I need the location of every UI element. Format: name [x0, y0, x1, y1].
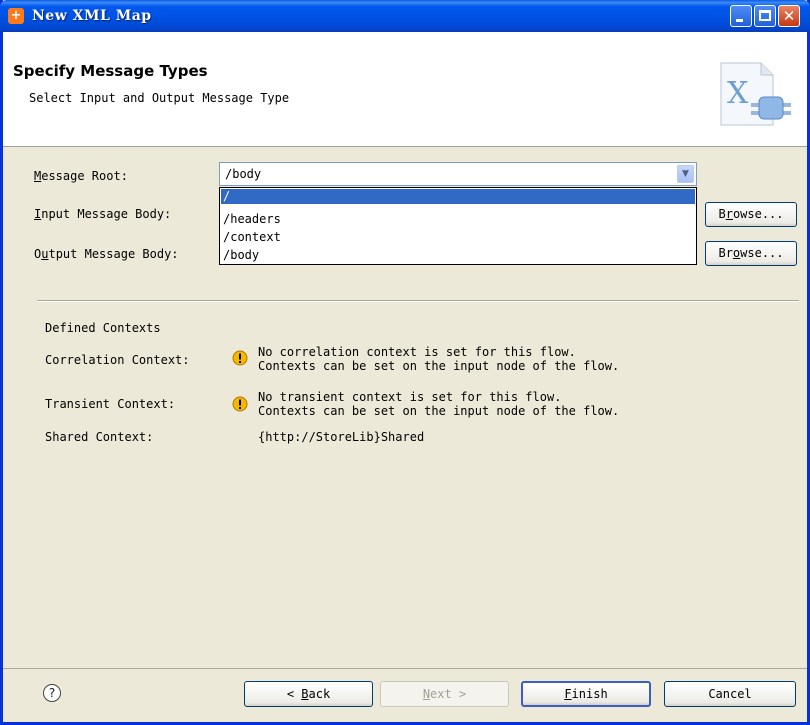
help-icon[interactable]: ? — [43, 684, 61, 702]
message-root-combo[interactable]: /body ▼ — [219, 162, 697, 186]
dropdown-option[interactable]: /body — [221, 248, 695, 263]
dropdown-option[interactable]: /context — [221, 230, 695, 245]
back-button[interactable]: < Back — [244, 681, 373, 707]
svg-text:X: X — [727, 76, 749, 111]
dropdown-option[interactable]: /headers — [221, 212, 695, 227]
xml-map-wizard-icon: X — [720, 62, 791, 126]
correlation-context-label: Correlation Context: — [45, 353, 190, 367]
footer-divider — [3, 668, 807, 669]
title-bar[interactable]: + New XML Map ✕ — [0, 0, 810, 32]
minimize-icon — [736, 19, 743, 22]
close-button[interactable]: ✕ — [778, 5, 800, 27]
maximize-button[interactable] — [754, 5, 776, 27]
page-title: Specify Message Types — [13, 62, 208, 80]
shared-context-value: {http://StoreLib}Shared — [258, 430, 425, 444]
app-icon: + — [8, 8, 24, 24]
transient-context-label: Transient Context: — [45, 397, 176, 411]
cancel-button[interactable]: Cancel — [664, 681, 796, 707]
close-icon: ✕ — [782, 7, 796, 25]
dropdown-option[interactable]: / — [221, 189, 695, 204]
finish-button[interactable]: Finish — [521, 681, 651, 707]
message-root-value: /body — [225, 167, 262, 181]
correlation-context-message: No correlation context is set for this f… — [258, 345, 620, 373]
warning-icon — [232, 350, 248, 366]
transient-context-message: No transient context is set for this flo… — [258, 390, 620, 418]
shared-context-label: Shared Context: — [45, 430, 154, 444]
message-root-dropdown-list[interactable]: / /headers /context /body — [219, 187, 697, 265]
input-browse-button[interactable]: Browse... — [705, 202, 797, 227]
message-root-label: Message Root: — [34, 169, 128, 183]
section-divider — [37, 300, 799, 302]
next-button[interactable]: Next > — [380, 681, 509, 707]
minimize-button[interactable] — [730, 5, 752, 27]
defined-contexts-heading: Defined Contexts — [45, 321, 161, 335]
warning-icon — [232, 396, 248, 412]
chevron-down-icon[interactable]: ▼ — [677, 165, 694, 183]
window-title: New XML Map — [32, 8, 152, 24]
output-browse-button[interactable]: Browse... — [705, 241, 797, 266]
output-message-body-label: Output Message Body: — [34, 247, 179, 261]
wizard-header: Specify Message Types Select Input and O… — [3, 32, 807, 147]
input-message-body-label: Input Message Body: — [34, 207, 172, 221]
maximize-icon — [759, 10, 771, 21]
page-subtitle: Select Input and Output Message Type — [29, 91, 290, 105]
new-xml-map-dialog: + New XML Map ✕ Specify Message Types Se… — [0, 0, 810, 725]
